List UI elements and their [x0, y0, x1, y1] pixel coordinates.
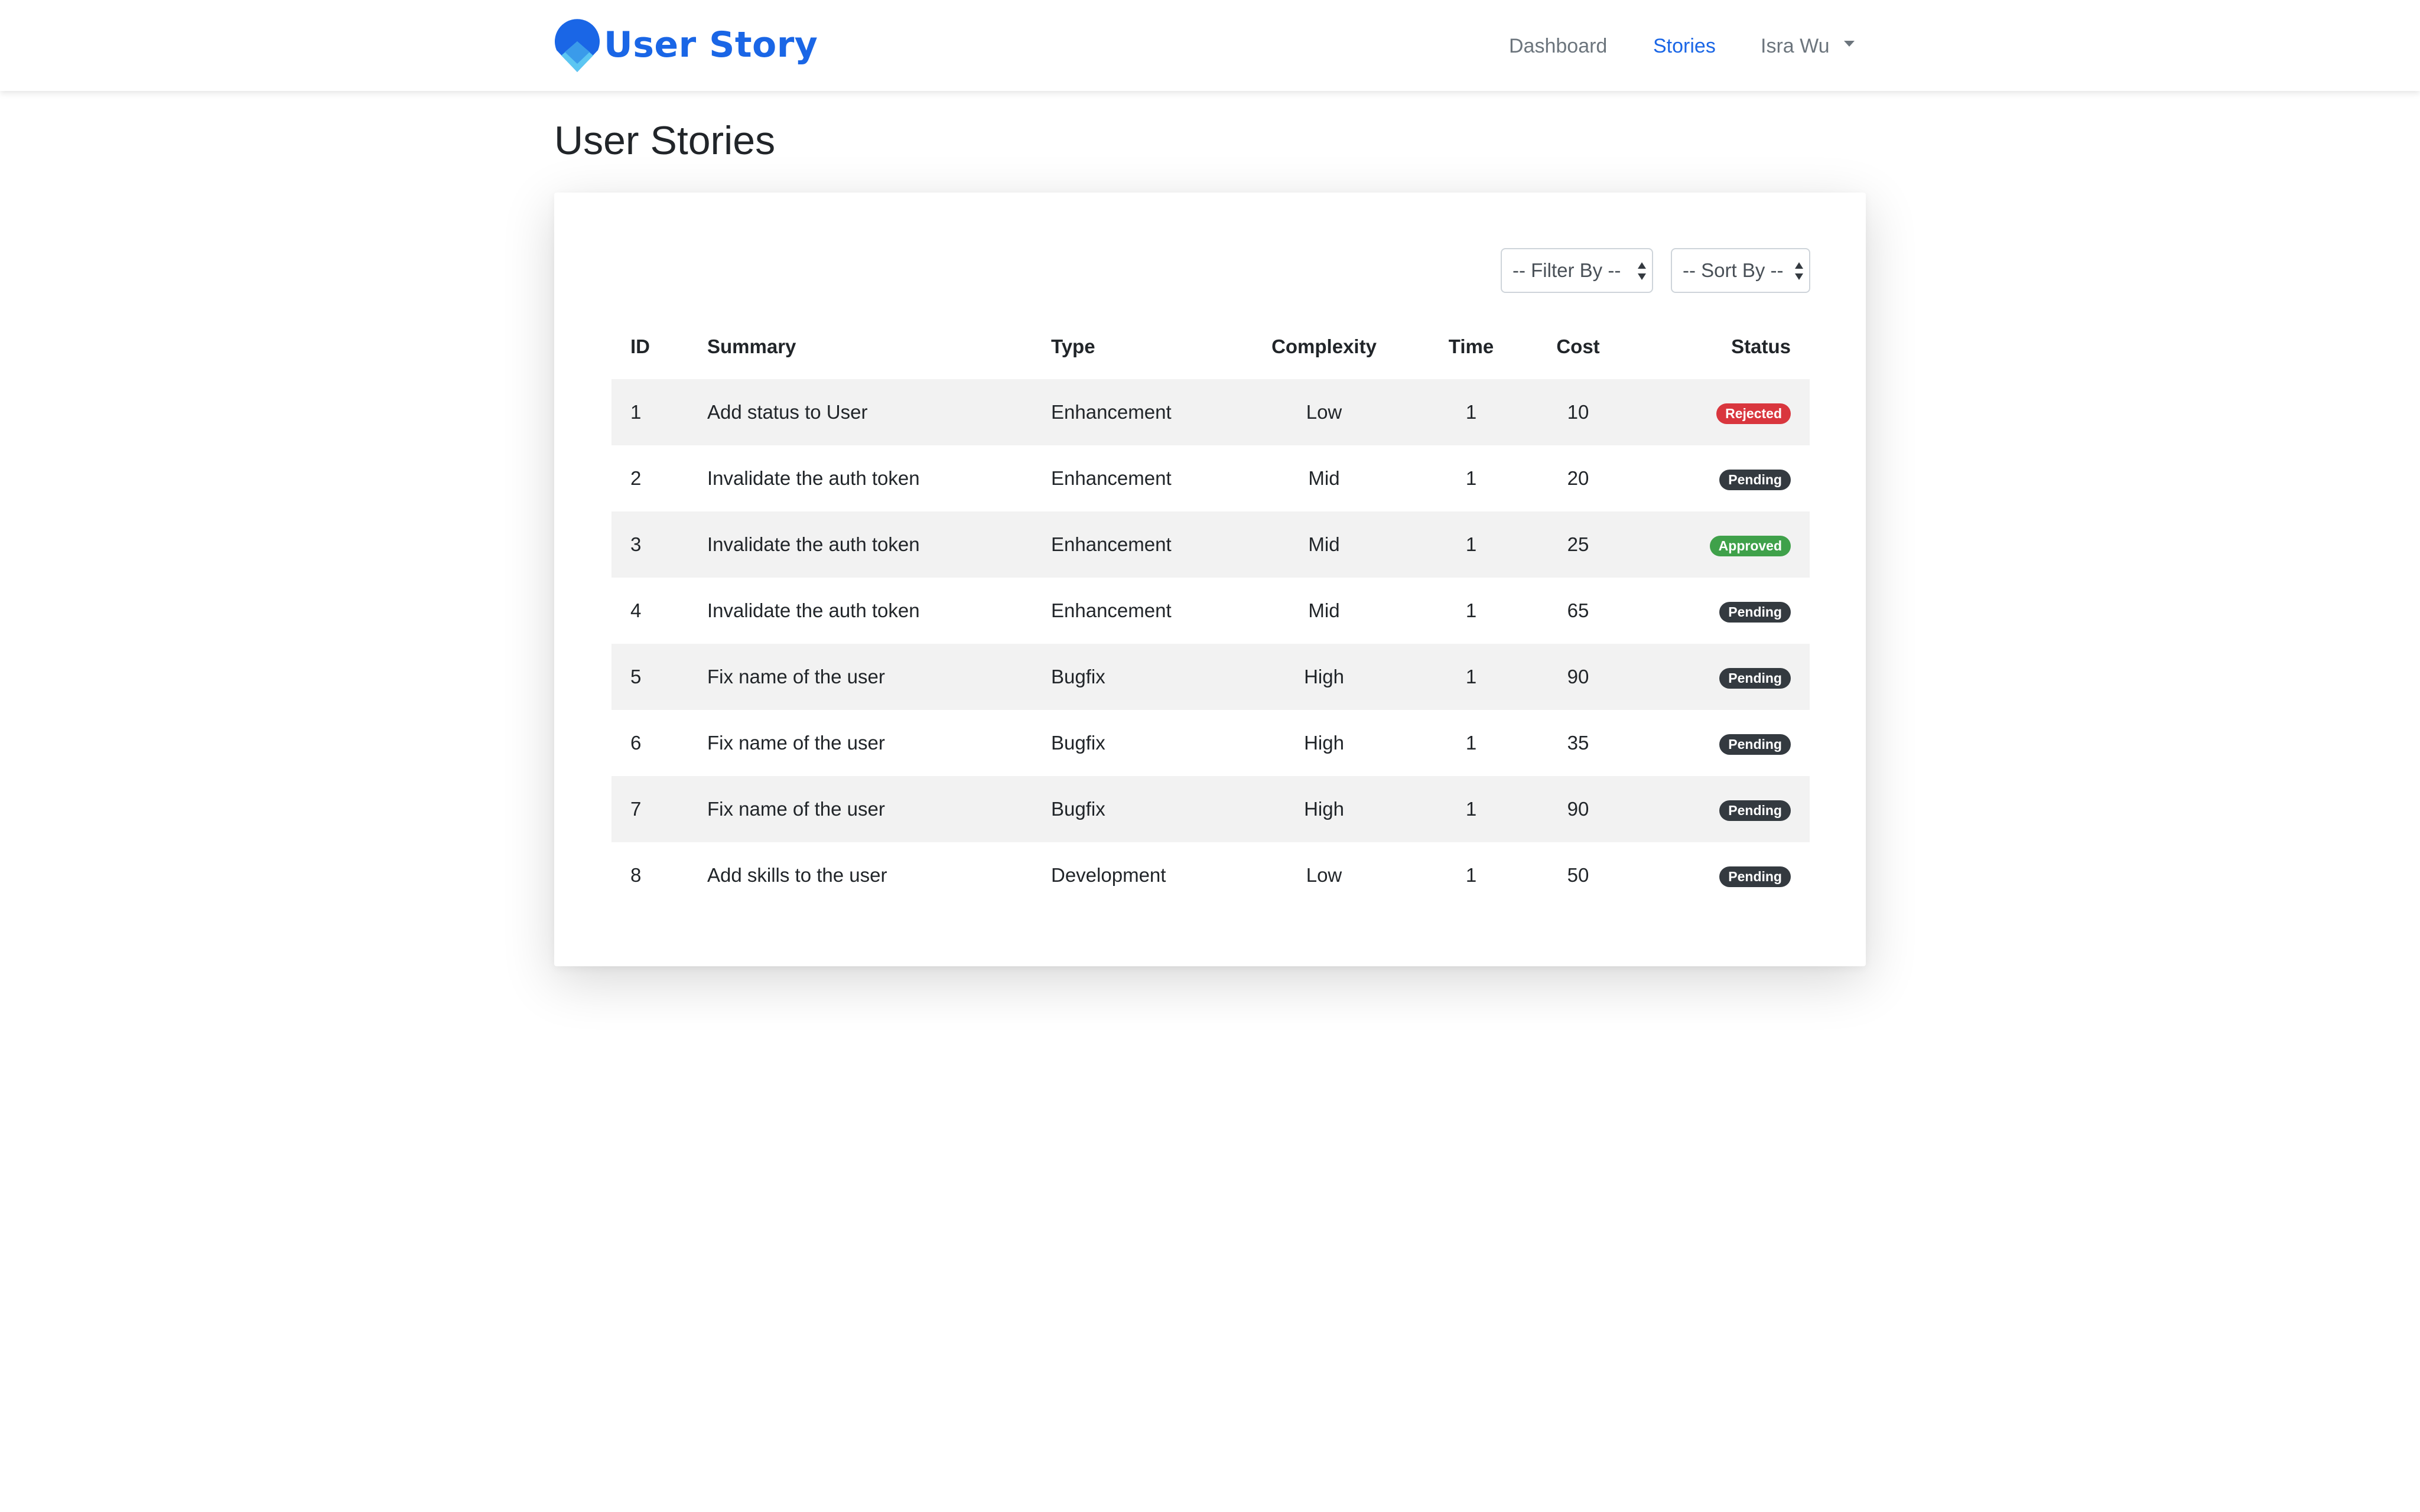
table-row[interactable]: 8 Add skills to the user Development Low 1 50… [611, 842, 1810, 908]
table-header-row: ID Summary Type Complexity Time Cost Sta… [611, 314, 1810, 379]
navbar: User Story Dashboard Stories Isra Wu [0, 0, 2420, 91]
cell-time: 1 [1465, 401, 1477, 423]
cell-id: 2 [630, 467, 642, 489]
user-menu-dropdown[interactable]: Isra Wu [1761, 31, 1855, 61]
table-row[interactable]: 6 Fix name of the user Bugfix High 1 35 Pendin… [611, 710, 1810, 776]
cell-type: Bugfix [1051, 666, 1105, 687]
status-badge: Pending [1719, 668, 1791, 689]
cell-cost: 90 [1567, 666, 1589, 687]
cell-time: 1 [1465, 467, 1477, 489]
cell-cost: 50 [1567, 864, 1589, 886]
sort-by-value: -- Sort By -- [1683, 259, 1784, 281]
cell-summary: Add skills to the user [707, 864, 887, 886]
table-row[interactable]: 3 Invalidate the auth token Enhancement Mid… [611, 511, 1810, 578]
cell-complexity: Mid [1308, 599, 1340, 621]
status-badge: Rejected [1716, 403, 1791, 424]
cell-type: Enhancement [1051, 401, 1172, 423]
cell-complexity: Low [1306, 864, 1342, 886]
user-name: Isra Wu [1761, 35, 1830, 57]
cell-time: 1 [1465, 798, 1477, 820]
page-title: User Stories [554, 118, 776, 163]
cell-summary: Add status to User [707, 401, 868, 423]
status-badge: Pending [1719, 734, 1791, 755]
cell-summary: Fix name of the user [707, 666, 885, 687]
cell-id: 1 [630, 401, 642, 423]
cell-cost: 10 [1567, 401, 1589, 423]
cell-status: Pending [1629, 578, 1810, 644]
cell-complexity: High [1304, 732, 1344, 754]
cell-time: 1 [1465, 666, 1477, 687]
cell-id: 7 [630, 798, 642, 820]
cell-status: Pending [1629, 776, 1810, 842]
stories-card: -- Filter By -- -- Sort By -- ID Summary… [554, 193, 1866, 966]
cell-summary: Invalidate the auth token [707, 599, 920, 621]
cell-summary: Invalidate the auth token [707, 467, 920, 489]
filter-by-value: -- Filter By -- [1512, 259, 1621, 281]
nav-dashboard[interactable]: Dashboard [1509, 31, 1607, 61]
cell-type: Bugfix [1051, 798, 1105, 820]
cell-cost: 65 [1567, 599, 1589, 621]
brand-link[interactable]: User Story [554, 18, 818, 72]
map-pin-logo-icon [555, 19, 600, 72]
status-badge: Pending [1719, 866, 1791, 887]
table-row[interactable]: 2 Invalidate the auth token Enhancement Mid… [611, 445, 1810, 511]
status-badge: Approved [1709, 536, 1791, 556]
filter-by-select[interactable]: -- Filter By -- [1501, 248, 1653, 293]
cell-cost: 20 [1567, 467, 1589, 489]
column-header-complexity: Complexity [1271, 335, 1377, 357]
chevron-down-icon [1843, 41, 1855, 47]
cell-status: Rejected [1629, 379, 1810, 445]
status-badge: Pending [1719, 602, 1791, 623]
cell-id: 5 [630, 666, 642, 687]
cell-summary: Fix name of the user [707, 798, 885, 820]
cell-status: Pending [1629, 445, 1810, 511]
table-row[interactable]: 1 Add status to User Enhancement Low 1 10 Reje… [611, 379, 1810, 445]
cell-cost: 90 [1567, 798, 1589, 820]
cell-time: 1 [1465, 599, 1477, 621]
cell-status: Pending [1629, 842, 1810, 908]
cell-id: 3 [630, 533, 642, 555]
column-header-id: ID [630, 335, 650, 357]
cell-complexity: Low [1306, 401, 1342, 423]
select-arrows-icon [1638, 262, 1646, 280]
cell-type: Enhancement [1051, 599, 1172, 621]
cell-status: Pending [1629, 710, 1810, 776]
cell-type: Enhancement [1051, 533, 1172, 555]
column-header-summary: Summary [707, 335, 796, 357]
column-header-time: Time [1448, 335, 1494, 357]
column-header-status: Status [1731, 335, 1791, 357]
cell-time: 1 [1465, 864, 1477, 886]
cell-time: 1 [1465, 732, 1477, 754]
cell-complexity: High [1304, 798, 1344, 820]
cell-id: 8 [630, 864, 642, 886]
sort-by-select[interactable]: -- Sort By -- [1671, 248, 1810, 293]
column-header-type: Type [1051, 335, 1095, 357]
stories-table: ID Summary Type Complexity Time Cost Sta… [611, 314, 1810, 908]
column-header-cost: Cost [1556, 335, 1600, 357]
nav-stories[interactable]: Stories [1653, 31, 1716, 61]
cell-complexity: High [1304, 666, 1344, 687]
cell-status: Approved [1629, 511, 1810, 578]
cell-type: Enhancement [1051, 467, 1172, 489]
cell-time: 1 [1465, 533, 1477, 555]
cell-cost: 25 [1567, 533, 1589, 555]
cell-type: Development [1051, 864, 1166, 886]
status-badge: Pending [1719, 800, 1791, 821]
cell-summary: Fix name of the user [707, 732, 885, 754]
cell-status: Pending [1629, 644, 1810, 710]
cell-complexity: Mid [1308, 467, 1340, 489]
cell-summary: Invalidate the auth token [707, 533, 920, 555]
brand-name: User Story [604, 24, 818, 66]
table-row[interactable]: 5 Fix name of the user Bugfix High 1 90 Pendin… [611, 644, 1810, 710]
cell-cost: 35 [1567, 732, 1589, 754]
select-arrows-icon [1795, 262, 1803, 280]
cell-id: 6 [630, 732, 642, 754]
table-row[interactable]: 4 Invalidate the auth token Enhancement Mid… [611, 578, 1810, 644]
cell-complexity: Mid [1308, 533, 1340, 555]
cell-id: 4 [630, 599, 642, 621]
status-badge: Pending [1719, 470, 1791, 490]
cell-type: Bugfix [1051, 732, 1105, 754]
table-row[interactable]: 7 Fix name of the user Bugfix High 1 90 Pendin… [611, 776, 1810, 842]
